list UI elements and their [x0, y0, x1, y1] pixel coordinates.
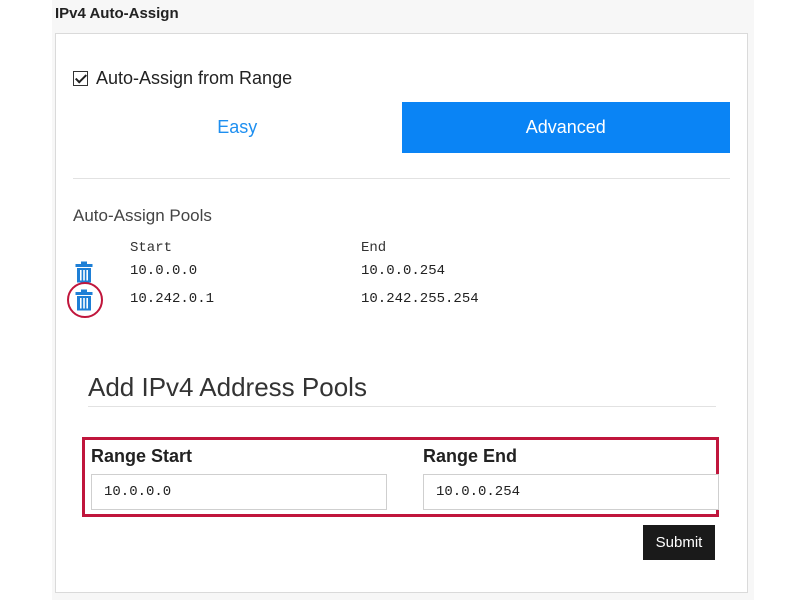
tab-easy[interactable]: Easy: [73, 102, 402, 153]
auto-assign-panel: Auto-Assign from Range Easy Advanced Aut…: [55, 33, 748, 593]
add-pools-title: Add IPv4 Address Pools: [88, 372, 367, 402]
auto-assign-checkbox[interactable]: [73, 71, 88, 86]
range-end-input[interactable]: [423, 474, 719, 510]
tab-advanced[interactable]: Advanced: [401, 102, 730, 153]
pools-label: Auto-Assign Pools: [73, 206, 212, 225]
column-header-start: Start: [130, 240, 173, 256]
range-start-input[interactable]: [91, 474, 387, 510]
add-pools-divider: [88, 406, 716, 407]
mode-tabs: Easy Advanced: [73, 102, 730, 153]
pool-row: 10.242.0.1 10.242.255.254: [56, 287, 749, 313]
auto-assign-label: Auto-Assign from Range: [96, 68, 293, 88]
trash-icon[interactable]: [75, 261, 93, 283]
submit-button[interactable]: Submit: [643, 525, 715, 560]
auto-assign-checkbox-row[interactable]: Auto-Assign from Range: [73, 68, 292, 89]
range-start-label: Range Start: [91, 446, 193, 466]
pool-end: 10.0.0.254: [361, 263, 446, 279]
pool-start: 10.0.0.0: [130, 263, 198, 279]
section-title: IPv4 Auto-Assign: [55, 5, 179, 22]
column-header-end: End: [361, 240, 387, 256]
pool-end: 10.242.255.254: [361, 291, 479, 307]
pool-row: 10.0.0.0 10.0.0.254: [56, 260, 749, 286]
range-highlight-box: Range Start Range End: [82, 437, 719, 517]
range-end-label: Range End: [423, 446, 518, 466]
divider: [73, 178, 730, 179]
trash-icon[interactable]: [75, 289, 93, 311]
pool-start: 10.242.0.1: [130, 291, 215, 307]
